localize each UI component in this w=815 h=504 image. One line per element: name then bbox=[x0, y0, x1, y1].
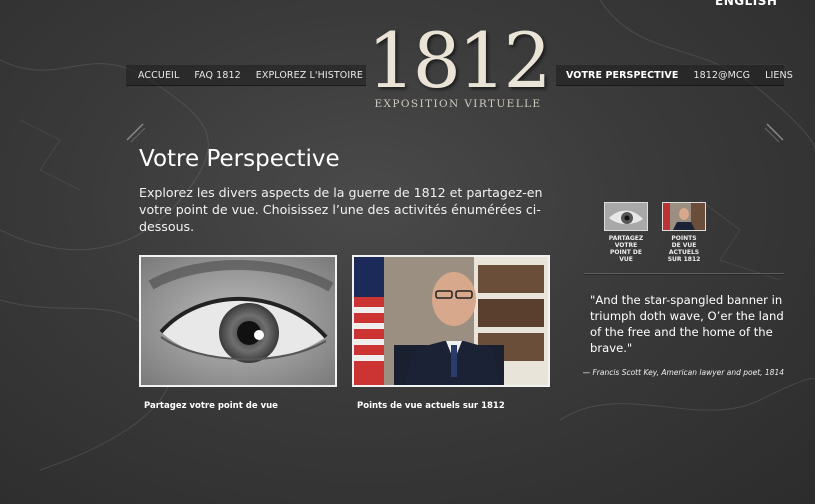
page-title: Votre Perspective bbox=[139, 146, 340, 172]
card-caption-share-view[interactable]: Partagez votre point de vue bbox=[139, 401, 337, 411]
speaker-thumbnail-icon[interactable] bbox=[662, 202, 706, 231]
thumbnail-current-views[interactable]: POINTS DE VUE ACTUELS SUR 1812 bbox=[662, 202, 706, 263]
nav-link-explorez-histoire[interactable]: EXPLOREZ L'HISTOIRE bbox=[256, 70, 363, 81]
page-intro-text: Explorez les divers aspects de la guerre… bbox=[139, 185, 543, 234]
thumbnail-share-view[interactable]: PARTAGEZ VOTRE POINT DE VUE bbox=[604, 202, 648, 263]
activity-card-current-views[interactable]: Points de vue actuels sur 1812 bbox=[352, 255, 550, 411]
language-toggle-link[interactable]: ENGLISH bbox=[715, 0, 777, 8]
quote-text: "And the star-spangled banner in triumph… bbox=[590, 293, 784, 355]
speaker-photo-icon[interactable] bbox=[352, 255, 550, 387]
activity-thumbnails: PARTAGEZ VOTRE POINT DE VUE POINTS DE VU… bbox=[604, 202, 706, 263]
nav-bar-right: VOTRE PERSPECTIVE 1812@MCG LIENS bbox=[556, 64, 793, 86]
nav-link-faq-1812[interactable]: FAQ 1812 bbox=[194, 70, 240, 81]
nav-link-liens[interactable]: LIENS bbox=[765, 70, 793, 81]
nav-link-accueil[interactable]: ACCUEIL bbox=[138, 70, 179, 81]
thumbnail-label-current-views[interactable]: POINTS DE VUE ACTUELS SUR 1812 bbox=[662, 235, 706, 263]
activity-card-share-view[interactable]: Partagez votre point de vue bbox=[139, 255, 337, 411]
site-logo[interactable]: 1812 EXPOSITION VIRTUELLE bbox=[366, 16, 551, 111]
card-caption-current-views[interactable]: Points de vue actuels sur 1812 bbox=[352, 401, 550, 411]
corner-ornament-left-icon bbox=[126, 123, 146, 143]
nav-bar-left: ACCUEIL FAQ 1812 EXPLOREZ L'HISTOIRE bbox=[126, 64, 366, 86]
eye-photo-icon[interactable] bbox=[139, 255, 337, 387]
logo-year: 1812 bbox=[367, 16, 551, 105]
corner-ornament-right-icon bbox=[764, 123, 784, 143]
logo-subtitle: EXPOSITION VIRTUELLE bbox=[374, 98, 542, 110]
quote-attribution: — Francis Scott Key, American lawyer and… bbox=[582, 368, 784, 377]
sidebar-divider bbox=[584, 273, 784, 275]
nav-link-1812-mcg[interactable]: 1812@MCG bbox=[693, 70, 750, 81]
thumbnail-label-share-view[interactable]: PARTAGEZ VOTRE POINT DE VUE bbox=[604, 235, 648, 263]
nav-link-votre-perspective[interactable]: VOTRE PERSPECTIVE bbox=[566, 70, 678, 81]
eye-thumbnail-icon[interactable] bbox=[604, 202, 648, 231]
